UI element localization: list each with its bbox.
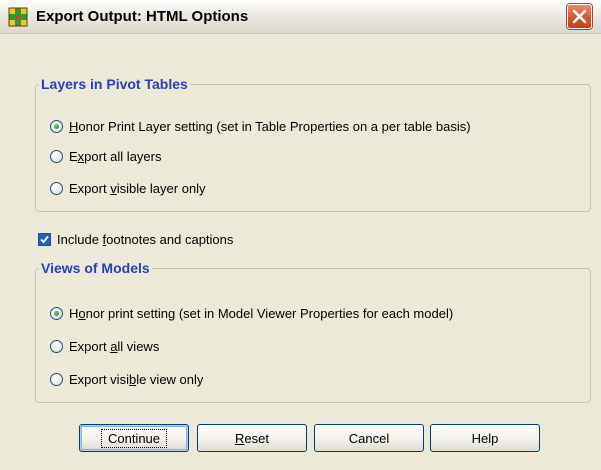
radio-label: Export visible view only (69, 371, 204, 387)
reset-button[interactable]: Reset (197, 424, 307, 452)
radio-export-all-views[interactable]: Export all views (50, 336, 159, 356)
help-button[interactable]: Help (430, 424, 540, 452)
close-button[interactable] (567, 4, 592, 29)
radio-button[interactable] (50, 181, 63, 195)
radio-export-visible-layer[interactable]: Export visible layer only (50, 178, 206, 198)
radio-label: Honor print setting (set in Model Viewer… (69, 305, 454, 321)
radio-button[interactable] (50, 339, 63, 353)
title-bar[interactable]: Export Output: HTML Options (0, 0, 601, 34)
radio-export-all-layers[interactable]: Export all layers (50, 146, 161, 166)
checkmark-icon (40, 235, 49, 243)
dialog-title: Export Output: HTML Options (36, 8, 249, 25)
radio-label: Export visible layer only (69, 180, 206, 196)
cancel-label: Cancel (348, 430, 390, 446)
radio-button[interactable] (50, 306, 63, 320)
radio-label: Export all views (69, 338, 160, 354)
include-footnotes-checkbox[interactable] (38, 232, 51, 246)
radio-button[interactable] (50, 119, 63, 133)
radio-export-visible-view[interactable]: Export visible view only (50, 369, 203, 389)
spss-dialog-icon (8, 7, 28, 27)
help-label: Help (471, 430, 499, 446)
continue-label: Continue (100, 428, 168, 448)
include-footnotes-checkbox-row[interactable]: Include footnotes and captions (38, 229, 233, 249)
radio-label: Honor Print Layer setting (set in Table … (69, 118, 471, 134)
layers-group-title: Layers in Pivot Tables (39, 76, 190, 92)
radio-button[interactable] (50, 149, 63, 163)
checkbox-label: Include footnotes and captions (57, 231, 234, 247)
radio-button[interactable] (50, 372, 63, 386)
export-html-options-dialog: Export Output: HTML Options Layers in Pi… (0, 0, 601, 470)
radio-label: Export all layers (69, 148, 162, 164)
continue-button[interactable]: Continue (79, 424, 189, 452)
reset-label: Reset (235, 430, 269, 446)
close-icon (572, 9, 587, 24)
cancel-button[interactable]: Cancel (314, 424, 424, 452)
radio-honor-print-setting[interactable]: Honor print setting (set in Model Viewer… (50, 303, 453, 323)
views-group-title: Views of Models (39, 260, 152, 276)
radio-honor-print-layer[interactable]: Honor Print Layer setting (set in Table … (50, 116, 471, 136)
